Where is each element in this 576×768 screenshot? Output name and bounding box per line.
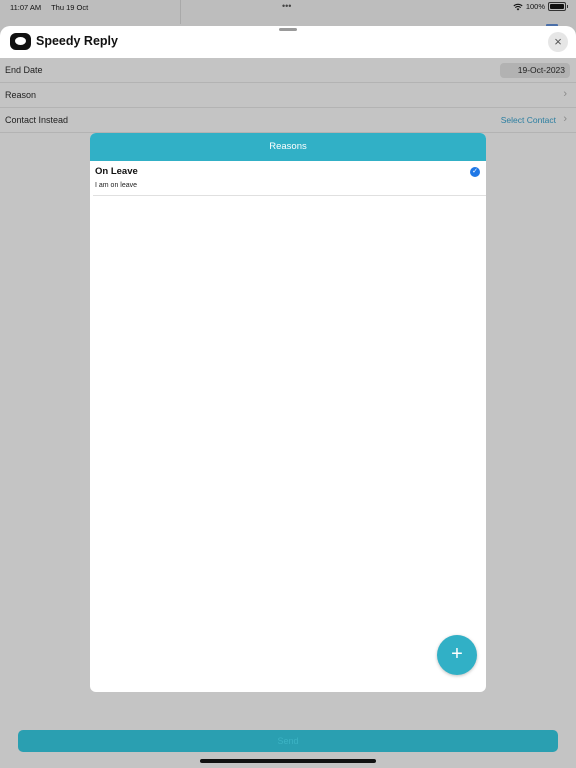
reason-title: On Leave (95, 166, 138, 177)
plus-icon: + (451, 643, 463, 665)
battery-percent: 100% (525, 2, 545, 11)
contact-instead-row[interactable]: Contact Instead Select Contact › (0, 108, 576, 133)
select-contact-link[interactable]: Select Contact (501, 115, 556, 125)
reason-row[interactable]: Reason › (0, 83, 576, 108)
sheet-header: Speedy Reply × (0, 26, 576, 58)
wifi-icon (513, 3, 523, 10)
chevron-right-icon: › (563, 88, 567, 100)
reason-label: Reason (5, 90, 37, 100)
chevron-right-icon: › (563, 113, 567, 125)
end-date-row: End Date 19-Oct-2023 (0, 58, 576, 83)
reason-description: I am on leave (95, 182, 138, 189)
status-time: 11:07 AM (10, 3, 42, 12)
checkmark-icon: ✓ (470, 167, 480, 177)
multitasking-dots-icon[interactable]: ••• (282, 1, 291, 11)
reasons-modal: Reasons On Leave I am on leave ✓ + (90, 133, 486, 692)
background-divider (180, 0, 181, 24)
list-item[interactable]: On Leave I am on leave ✓ (93, 161, 486, 196)
end-date-picker[interactable]: 19-Oct-2023 (500, 63, 570, 78)
close-button[interactable]: × (548, 32, 568, 52)
status-left: 11:07 AM Thu 19 Oct (10, 3, 96, 12)
status-date: Thu 19 Oct (51, 3, 89, 12)
end-date-label: End Date (5, 65, 43, 75)
home-indicator[interactable] (200, 759, 376, 763)
status-bar: 11:07 AM Thu 19 Oct ••• 100% (0, 0, 576, 14)
add-reason-button[interactable]: + (437, 635, 477, 675)
modal-title: Reasons (90, 133, 486, 161)
battery-icon (548, 2, 568, 11)
send-button[interactable]: Send (18, 730, 558, 752)
status-right: 100% (513, 2, 568, 11)
close-icon: × (554, 34, 562, 49)
contact-instead-label: Contact Instead (5, 115, 69, 125)
app-title: Speedy Reply (36, 34, 118, 48)
sheet-grabber[interactable] (279, 28, 297, 31)
speech-bubble-logo-icon (10, 33, 31, 50)
